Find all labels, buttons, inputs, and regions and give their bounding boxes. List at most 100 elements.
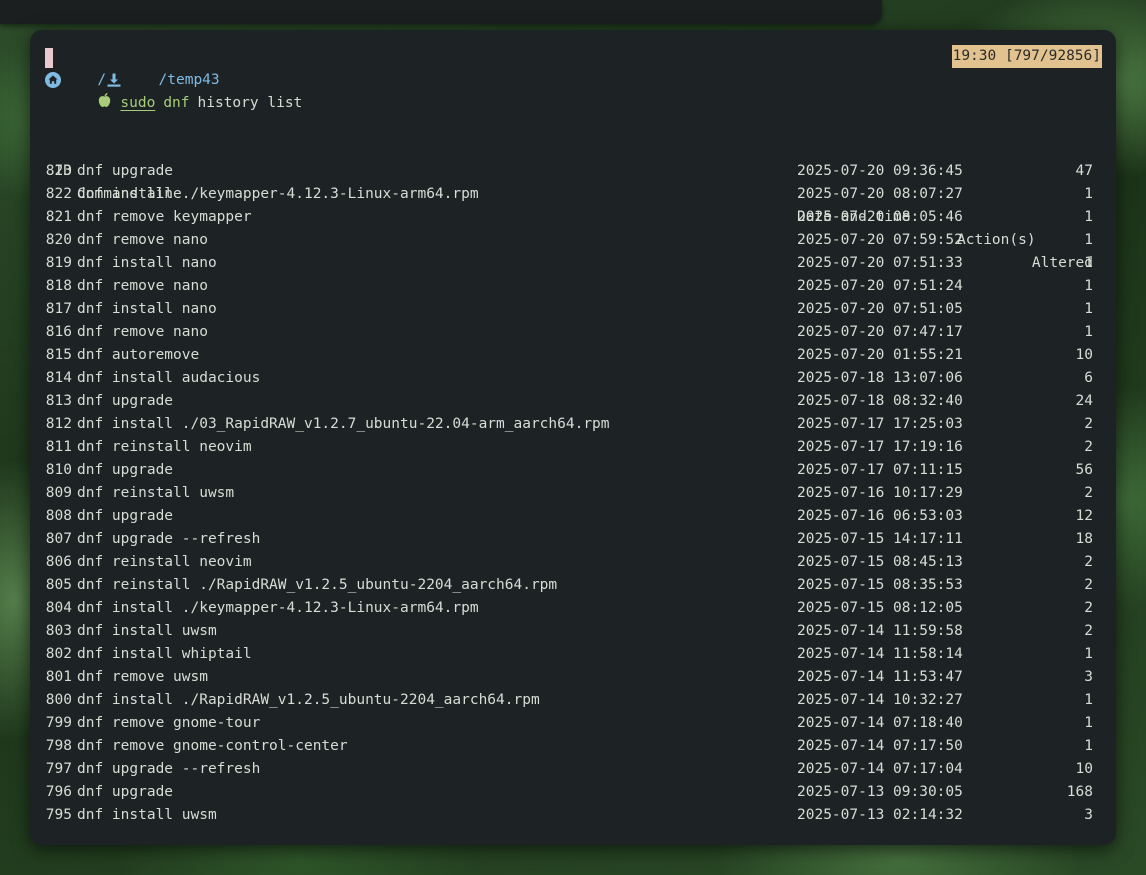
row-altered: 1: [1084, 278, 1093, 294]
row-date: 2025-07-15 08:45:13: [797, 554, 963, 570]
table-row: 812 dnf install ./03_RapidRAW_v1.2.7_ubun…: [45, 413, 1095, 436]
row-command: dnf install nano: [77, 255, 217, 271]
row-command: dnf remove uwsm: [77, 669, 208, 685]
row-id: 807: [45, 531, 72, 547]
row-command: dnf upgrade --refresh: [77, 761, 261, 777]
row-altered: 1: [1084, 715, 1093, 731]
row-altered: 56: [1075, 462, 1093, 478]
row-command: dnf remove nano: [77, 232, 208, 248]
terminal-window[interactable]: 19:30 [797/92856] / / temp43 sudo dnf hi…: [30, 30, 1116, 845]
row-date: 2025-07-16 10:17:29: [797, 485, 963, 501]
row-altered: 18: [1075, 531, 1093, 547]
row-altered: 2: [1084, 416, 1093, 432]
table-row: 808 dnf upgrade 2025-07-16 06:53:03 12: [45, 505, 1095, 528]
row-altered: 6: [1084, 370, 1093, 386]
row-command: dnf upgrade --refresh: [77, 531, 261, 547]
row-date: 2025-07-14 07:18:40: [797, 715, 963, 731]
table-row: 797 dnf upgrade --refresh 2025-07-14 07:17…: [45, 758, 1095, 781]
table-row: 823 dnf upgrade 2025-07-20 09:36:45 47: [45, 160, 1095, 183]
table-row: 819 dnf install nano 2025-07-20 07:51:33 1: [45, 252, 1095, 275]
row-altered: 2: [1084, 623, 1093, 639]
row-altered: 10: [1075, 761, 1093, 777]
row-id: 811: [45, 439, 72, 455]
row-date: 2025-07-15 14:17:11: [797, 531, 963, 547]
sudo-command: sudo: [120, 95, 156, 111]
row-id: 797: [45, 761, 72, 777]
row-command: dnf install uwsm: [77, 807, 217, 823]
prompt-command-line: sudo dnf history list: [45, 92, 302, 114]
table-row: 795 dnf install uwsm 2025-07-13 02:14:32 3: [45, 804, 1095, 827]
dnf-command: dnf: [163, 95, 190, 111]
row-altered: 2: [1084, 485, 1093, 501]
row-command: dnf reinstall uwsm: [77, 485, 235, 501]
table-row: 822 dnf install ./keymapper-4.12.3-Linux-…: [45, 183, 1095, 206]
row-date: 2025-07-13 02:14:32: [797, 807, 963, 823]
row-altered: 10: [1075, 347, 1093, 363]
table-row: 800 dnf install ./RapidRAW_v1.2.5_ubuntu-…: [45, 689, 1095, 712]
row-command: dnf upgrade: [77, 784, 174, 800]
path-separator: /: [158, 72, 168, 88]
table-row: 813 dnf upgrade 2025-07-18 08:32:40 24: [45, 390, 1095, 413]
row-altered: 3: [1084, 807, 1093, 823]
row-date: 2025-07-20 01:55:21: [797, 347, 963, 363]
row-altered: 24: [1075, 393, 1093, 409]
row-date: 2025-07-17 17:19:16: [797, 439, 963, 455]
table-row: 810 dnf upgrade 2025-07-17 07:11:15 56: [45, 459, 1095, 482]
row-id: 815: [45, 347, 72, 363]
row-date: 2025-07-17 17:25:03: [797, 416, 963, 432]
row-date: 2025-07-14 10:32:27: [797, 692, 963, 708]
row-command: dnf install uwsm: [77, 623, 217, 639]
row-altered: 168: [1066, 784, 1093, 800]
row-command: dnf remove nano: [77, 278, 208, 294]
row-id: 822: [45, 186, 72, 202]
row-date: 2025-07-20 07:47:17: [797, 324, 963, 340]
row-id: 819: [45, 255, 72, 271]
row-date: 2025-07-20 07:59:52: [797, 232, 963, 248]
row-altered: 2: [1084, 439, 1093, 455]
table-row: 818 dnf remove nano 2025-07-20 07:51:24 1: [45, 275, 1095, 298]
row-id: 803: [45, 623, 72, 639]
row-altered: 3: [1084, 669, 1093, 685]
row-command: dnf remove gnome-tour: [77, 715, 261, 731]
command-arguments: history list: [197, 95, 303, 111]
row-command: dnf remove nano: [77, 324, 208, 340]
row-date: 2025-07-20 08:05:46: [797, 209, 963, 225]
row-date: 2025-07-14 07:17:04: [797, 761, 963, 777]
row-date: 2025-07-14 07:17:50: [797, 738, 963, 754]
row-date: 2025-07-13 09:30:05: [797, 784, 963, 800]
row-command: dnf install ./03_RapidRAW_v1.2.7_ubuntu-…: [77, 416, 610, 432]
row-id: 813: [45, 393, 72, 409]
table-row: 811 dnf reinstall neovim 2025-07-17 17:19:…: [45, 436, 1095, 459]
row-command: dnf upgrade: [77, 163, 174, 179]
row-command: dnf install ./keymapper-4.12.3-Linux-arm…: [77, 186, 479, 202]
row-date: 2025-07-20 09:36:45: [797, 163, 963, 179]
row-id: 795: [45, 807, 72, 823]
row-id: 810: [45, 462, 72, 478]
row-altered: 1: [1084, 646, 1093, 662]
table-row: 801 dnf remove uwsm 2025-07-14 11:53:47 3: [45, 666, 1095, 689]
row-altered: 2: [1084, 600, 1093, 616]
row-id: 806: [45, 554, 72, 570]
row-command: dnf reinstall neovim: [77, 554, 252, 570]
table-row: 802 dnf install whiptail 2025-07-14 11:58:…: [45, 643, 1095, 666]
row-command: dnf remove keymapper: [77, 209, 252, 225]
path-directory: temp43: [167, 72, 220, 88]
row-id: 805: [45, 577, 72, 593]
table-row: 805 dnf reinstall ./RapidRAW_v1.2.5_ubunt…: [45, 574, 1095, 597]
row-date: 2025-07-14 11:58:14: [797, 646, 963, 662]
clock-status: 19:30 [797/92856]: [951, 45, 1102, 68]
row-id: 809: [45, 485, 72, 501]
table-row: 821 dnf remove keymapper 2025-07-20 08:05:…: [45, 206, 1095, 229]
row-id: 817: [45, 301, 72, 317]
row-id: 804: [45, 600, 72, 616]
row-command: dnf reinstall ./RapidRAW_v1.2.5_ubuntu-2…: [77, 577, 558, 593]
table-row: 803 dnf install uwsm 2025-07-14 11:59:58 2: [45, 620, 1095, 643]
row-command: dnf reinstall neovim: [77, 439, 252, 455]
row-altered: 1: [1084, 738, 1093, 754]
row-id: 816: [45, 324, 72, 340]
table-row: 796 dnf upgrade 2025-07-13 09:30:05 168: [45, 781, 1095, 804]
row-altered: 1: [1084, 232, 1093, 248]
row-id: 799: [45, 715, 72, 731]
row-date: 2025-07-20 08:07:27: [797, 186, 963, 202]
row-altered: 2: [1084, 554, 1093, 570]
